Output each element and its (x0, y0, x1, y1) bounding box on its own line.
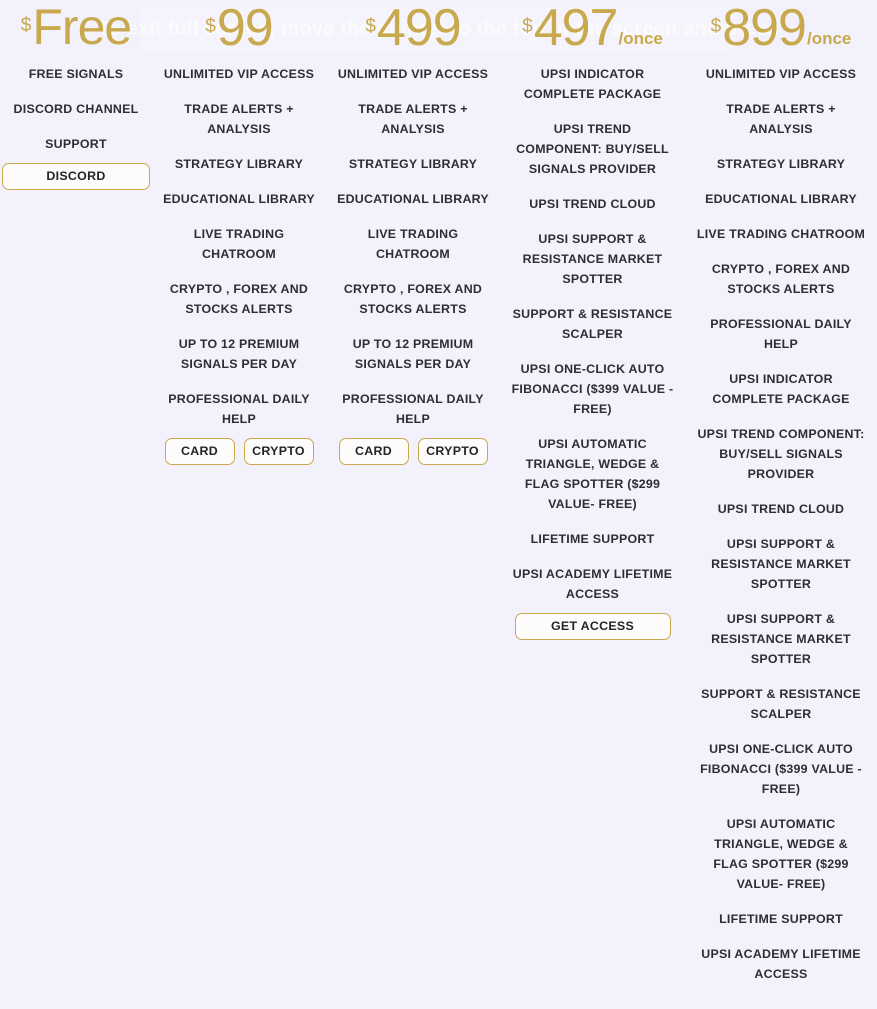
feature-item: EDUCATIONAL LIBRARY (163, 191, 315, 206)
plan-price: $899/once (695, 0, 867, 56)
plan-actions: CARD CRYPTO (336, 438, 490, 465)
pricing-table: $ Free FREE SIGNALS DISCORD CHANNEL SUPPORT D… (0, 0, 877, 991)
feature-item: UPSI TREND CLOUD (529, 196, 656, 211)
feature-item: EDUCATIONAL LIBRARY (705, 191, 857, 206)
feature-item: LIFETIME SUPPORT (719, 911, 843, 926)
price-amount: 899 (722, 0, 807, 57)
currency-symbol: $ (205, 16, 216, 37)
feature-item: CRYPTO , FOREX AND STOCKS ALERTS (711, 261, 851, 296)
feature-item: CRYPTO , FOREX AND STOCKS ALERTS (169, 281, 309, 316)
feature-item: UPSI ONE-CLICK AUTO FIBONACCI ($399 VALU… (511, 361, 674, 416)
price-amount: 499 (376, 0, 462, 57)
feature-item: UPSI ONE-CLICK AUTO FIBONACCI ($399 VALU… (700, 741, 862, 796)
feature-item: TRADE ALERTS + ANALYSIS (358, 101, 468, 136)
feature-item: UPSI ACADEMY LIFETIME ACCESS (701, 946, 861, 981)
feature-item: UPSI TREND COMPONENT: BUY/SELL SIGNALS P… (697, 426, 865, 481)
feature-item: UNLIMITED VIP ACCESS (705, 66, 857, 81)
feature-item: PROFESSIONAL DAILY HELP (342, 391, 484, 426)
crypto-button[interactable]: CRYPTO (417, 438, 488, 465)
feature-item: UNLIMITED VIP ACCESS (163, 66, 315, 81)
feature-item: STRATEGY LIBRARY (174, 156, 304, 171)
feature-item: UP TO 12 PREMIUM SIGNALS PER DAY (352, 336, 474, 371)
feature-item: CRYPTO , FOREX AND STOCKS ALERTS (343, 281, 483, 316)
feature-item: PROFESSIONAL DAILY HELP (168, 391, 310, 426)
pricing-column: $ Free FREE SIGNALS DISCORD CHANNEL SUPPORT D… (0, 0, 152, 194)
pricing-column: $99 UNLIMITED VIP ACCESS TRADE ALERTS + AN… (152, 0, 326, 469)
feature-item: DISCORD CHANNEL (13, 101, 139, 116)
currency-symbol: $ (20, 15, 32, 36)
feature-item: TRADE ALERTS + ANALYSIS (184, 101, 294, 136)
plan-price: $ Free (2, 0, 150, 56)
feature-item: SUPPORT (45, 136, 107, 151)
feature-item: UPSI INDICATOR COMPLETE PACKAGE (523, 66, 662, 101)
feature-list: UPSI INDICATOR COMPLETE PACKAGE UPSI TREN… (510, 56, 675, 611)
feature-item: LIVE TRADING CHATROOM (367, 226, 459, 261)
price-amount: 497 (533, 0, 619, 57)
card-button[interactable]: CARD (338, 438, 409, 465)
feature-item: LIVE TRADING CHATROOM (696, 226, 866, 241)
price-period: /once (618, 29, 663, 48)
feature-item: UNLIMITED VIP ACCESS (337, 66, 489, 81)
plan-actions: GET ACCESS (510, 613, 675, 640)
feature-list: UNLIMITED VIP ACCESS TRADE ALERTS + ANALY… (336, 56, 490, 436)
price-period: /once (806, 29, 852, 48)
feature-item: UP TO 12 PREMIUM SIGNALS PER DAY (178, 336, 300, 371)
feature-item: UPSI AUTOMATIC TRIANGLE, WEDGE & FLAG SP… (713, 816, 849, 891)
feature-item: UPSI SUPPORT & RESISTANCE MARKET SPOTTER (711, 611, 851, 666)
feature-item: SUPPORT & RESISTANCE SCALPER (701, 686, 861, 721)
plan-price: $497/once (510, 0, 675, 56)
feature-item: LIVE TRADING CHATROOM (193, 226, 285, 261)
feature-list: UNLIMITED VIP ACCESS TRADE ALERTS + ANALY… (695, 56, 867, 991)
currency-symbol: $ (710, 16, 722, 37)
discord-button[interactable]: DISCORD (2, 163, 150, 190)
feature-item: EDUCATIONAL LIBRARY (337, 191, 489, 206)
get-access-button[interactable]: GET ACCESS (514, 613, 671, 640)
card-button[interactable]: CARD (164, 438, 235, 465)
feature-item: STRATEGY LIBRARY (716, 156, 846, 171)
price-amount: Free (32, 0, 132, 55)
feature-item: UPSI SUPPORT & RESISTANCE MARKET SPOTTER (522, 231, 663, 286)
feature-item: UPSI SUPPORT & RESISTANCE MARKET SPOTTER (711, 536, 851, 591)
plan-price: $499 (336, 0, 490, 56)
pricing-column: $899/once UNLIMITED VIP ACCESS TRADE ALERT… (685, 0, 877, 991)
feature-item: LIFETIME SUPPORT (530, 531, 655, 546)
pricing-column: $497/once UPSI INDICATOR COMPLETE PACKAGE… (500, 0, 685, 644)
feature-item: SUPPORT & RESISTANCE SCALPER (512, 306, 673, 341)
plan-actions: DISCORD (2, 163, 150, 190)
currency-symbol: $ (365, 16, 376, 37)
currency-symbol: $ (522, 16, 533, 37)
plan-actions: CARD CRYPTO (162, 438, 316, 465)
feature-item: TRADE ALERTS + ANALYSIS (726, 101, 836, 136)
feature-item: UPSI AUTOMATIC TRIANGLE, WEDGE & FLAG SP… (524, 436, 661, 511)
crypto-button[interactable]: CRYPTO (243, 438, 314, 465)
feature-item: STRATEGY LIBRARY (348, 156, 478, 171)
pricing-column: $499 UNLIMITED VIP ACCESS TRADE ALERTS + A… (326, 0, 500, 469)
feature-item: UPSI TREND CLOUD (717, 501, 845, 516)
feature-item: UPSI ACADEMY LIFETIME ACCESS (512, 566, 673, 601)
feature-item: UPSI TREND COMPONENT: BUY/SELL SIGNALS P… (516, 121, 669, 176)
feature-item: FREE SIGNALS (28, 66, 124, 81)
feature-item: UPSI INDICATOR COMPLETE PACKAGE (712, 371, 850, 406)
feature-list: UNLIMITED VIP ACCESS TRADE ALERTS + ANALY… (162, 56, 316, 436)
feature-list: FREE SIGNALS DISCORD CHANNEL SUPPORT (2, 56, 150, 161)
feature-item: PROFESSIONAL DAILY HELP (710, 316, 852, 351)
price-amount: 99 (216, 0, 274, 57)
plan-price: $99 (162, 0, 316, 56)
